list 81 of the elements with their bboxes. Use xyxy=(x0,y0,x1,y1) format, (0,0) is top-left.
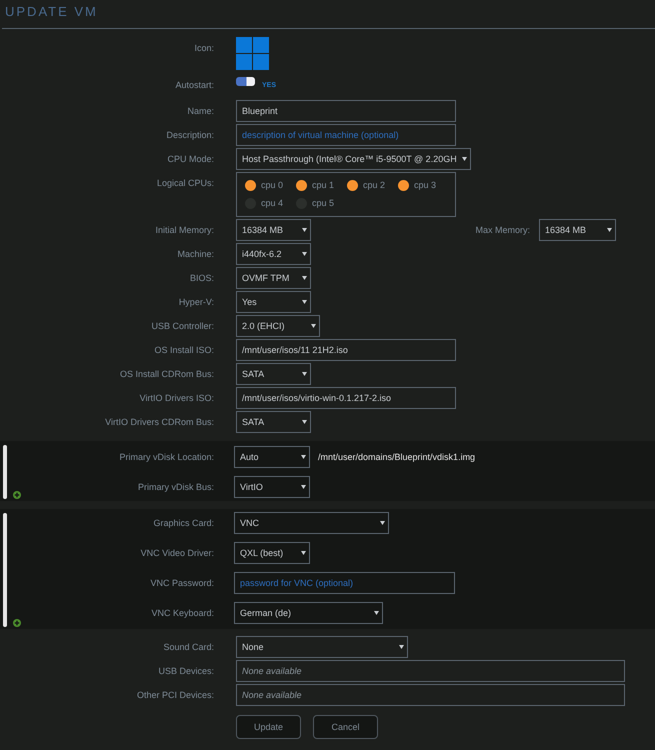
dropdown[interactable]: i440fx-6.2 xyxy=(236,243,311,265)
checkbox-label: cpu 5 xyxy=(312,198,334,208)
checkbox[interactable] xyxy=(347,180,358,190)
caret-icon xyxy=(301,455,306,459)
caret-icon xyxy=(311,324,316,328)
dropdown[interactable]: SATA xyxy=(236,363,311,385)
caret-icon xyxy=(302,300,307,304)
dropdown[interactable]: Yes xyxy=(236,291,311,313)
dropdown[interactable]: 16384 MB xyxy=(236,219,311,241)
caret-icon xyxy=(302,420,307,424)
update-button[interactable]: Update xyxy=(236,715,301,739)
checkbox-label: cpu 0 xyxy=(261,180,284,190)
checkbox-label: cpu 4 xyxy=(261,198,284,208)
field-label: VNC Password: xyxy=(150,578,214,588)
dropdown[interactable]: OVMF TPM xyxy=(236,267,311,289)
text-field[interactable]: password for VNC (optional) xyxy=(234,572,455,594)
text-field[interactable]: /mnt/user/isos/virtio-win-0.1.217-2.iso xyxy=(236,387,456,409)
dropdown[interactable]: VNC xyxy=(234,512,389,534)
checkbox[interactable] xyxy=(398,180,409,190)
field-label: Machine: xyxy=(177,249,214,259)
field-label: CPU Mode: xyxy=(167,154,214,164)
device-list-field: None available xyxy=(236,684,625,706)
field-label: USB Devices: xyxy=(158,666,214,676)
text-field[interactable]: description of virtual machine (optional) xyxy=(236,124,456,146)
field-label: Initial Memory: xyxy=(155,225,214,235)
toggle-switch[interactable] xyxy=(236,77,255,86)
cancel-button[interactable]: Cancel xyxy=(313,715,378,739)
dropdown[interactable]: 16384 MB xyxy=(539,219,616,241)
field-label: Sound Card: xyxy=(163,642,214,652)
add-icon[interactable] xyxy=(13,619,21,627)
dropdown[interactable]: German (de) xyxy=(234,602,383,624)
field-label: Icon: xyxy=(194,43,214,53)
field-label: Graphics Card: xyxy=(153,518,214,528)
field-label: VNC Video Driver: xyxy=(140,548,214,558)
field-label: Logical CPUs: xyxy=(156,178,214,188)
caret-icon xyxy=(302,276,307,280)
text-field[interactable]: Blueprint xyxy=(236,100,456,122)
caret-icon xyxy=(462,157,467,161)
field-label: OS Install CDRom Bus: xyxy=(120,369,214,379)
dropdown[interactable]: Auto xyxy=(234,446,310,468)
field-label: VNC Keyboard: xyxy=(151,608,214,618)
dropdown[interactable]: QXL (best) xyxy=(234,542,310,564)
field-label: Other PCI Devices: xyxy=(136,690,214,700)
checkbox[interactable] xyxy=(296,180,307,190)
checkbox[interactable] xyxy=(245,180,256,190)
field-label: Primary vDisk Bus: xyxy=(138,482,214,492)
dropdown[interactable]: VirtIO xyxy=(234,476,310,498)
field-label: VirtIO Drivers ISO: xyxy=(140,393,214,403)
field-label: USB Controller: xyxy=(151,321,214,331)
caret-icon xyxy=(399,645,404,649)
page-title: UPDATE VM xyxy=(5,4,98,20)
field-label: Max Memory: xyxy=(475,225,530,235)
caret-icon xyxy=(301,551,306,555)
caret-icon xyxy=(301,485,306,489)
field-label: Hyper-V: xyxy=(178,297,214,307)
field-label: OS Install ISO: xyxy=(154,345,214,355)
file-path-text: /mnt/user/domains/Blueprint/vdisk1.img xyxy=(318,452,476,462)
field-label: Primary vDisk Location: xyxy=(119,452,214,462)
field-label: BIOS: xyxy=(190,273,214,283)
caret-icon xyxy=(302,252,307,256)
caret-icon xyxy=(374,611,379,615)
dropdown[interactable]: None xyxy=(236,636,408,658)
device-list-field: None available xyxy=(236,660,625,682)
panel-edge-bar xyxy=(3,445,7,499)
caret-icon xyxy=(380,521,385,525)
dropdown[interactable]: 2.0 (EHCI) xyxy=(236,315,320,337)
field-label: Autostart: xyxy=(175,80,214,90)
four-tile-icon xyxy=(236,37,269,70)
checkbox-label: cpu 2 xyxy=(363,180,386,190)
checkbox-label: cpu 1 xyxy=(312,180,334,190)
add-icon[interactable] xyxy=(13,491,21,499)
field-label: VirtIO Drivers CDRom Bus: xyxy=(105,417,214,427)
caret-icon xyxy=(302,372,307,376)
caret-icon xyxy=(302,228,307,232)
text-field[interactable]: /mnt/user/isos/11 21H2.iso xyxy=(236,339,456,361)
field-label: Name: xyxy=(187,106,214,116)
dropdown[interactable]: SATA xyxy=(236,411,311,433)
caret-icon xyxy=(607,228,612,232)
checkbox-label: cpu 3 xyxy=(414,180,436,190)
field-label: Description: xyxy=(166,130,214,140)
dropdown[interactable]: Host Passthrough (Intel® Core™ i5-9500T @ 2.20GH xyxy=(236,148,471,170)
